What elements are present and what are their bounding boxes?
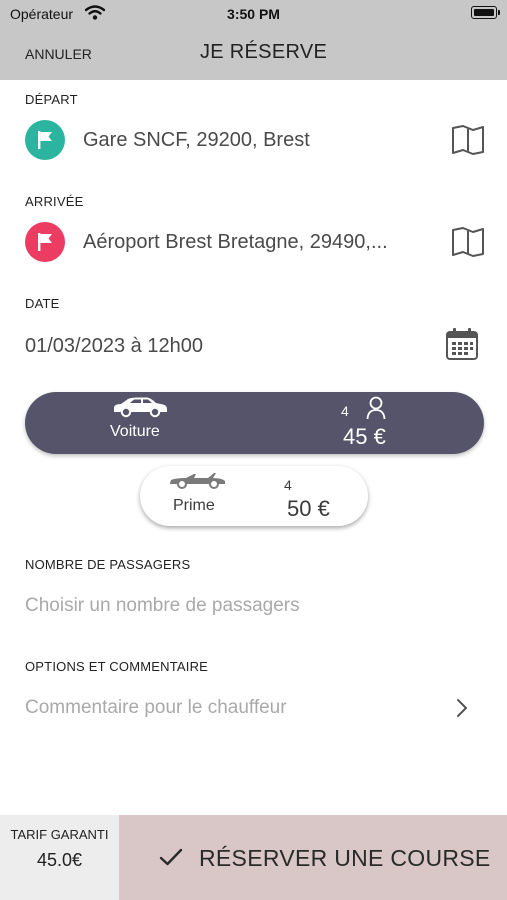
guaranteed-fare: TARIF GARANTI 45.0€ [0,815,119,900]
nav-bar: ANNULER JE RÉSERVE [0,28,507,80]
page-title: JE RÉSERVE [200,41,328,63]
chevron-right-icon[interactable] [456,698,468,723]
date-label: DATE [25,296,60,311]
person-icon [366,396,386,425]
vehicle-seats: 4 [341,403,349,419]
status-bar: Opérateur 3:50 PM [0,0,507,28]
vehicle-seats: 4 [284,477,292,493]
date-value[interactable]: 01/03/2023 à 12h00 [25,335,203,358]
arrival-field[interactable]: Aéroport Brest Bretagne, 29490,... [25,220,485,264]
vehicle-option-prime[interactable]: Prime 4 50 € [140,466,368,526]
vehicle-price: 45 € [343,424,386,449]
book-ride-label: RÉSERVER UNE COURSE [199,845,491,871]
options-label: OPTIONS ET COMMENTAIRE [25,659,209,674]
fare-label: TARIF GARANTI [10,827,109,842]
passengers-select[interactable]: Choisir un nombre de passagers [25,595,300,617]
arrival-flag-icon [25,222,65,262]
convertible-car-icon [168,470,228,495]
departure-label: DÉPART [25,92,78,107]
comment-field[interactable]: Commentaire pour le chauffeur [25,697,287,719]
book-ride-button[interactable]: RÉSERVER UNE COURSE [119,815,507,900]
passengers-label: NOMBRE DE PASSAGERS [25,557,191,572]
vehicle-price: 50 € [287,496,330,521]
arrival-book-icon[interactable] [451,226,485,263]
battery-icon [471,6,500,19]
checkmark-icon [159,847,183,872]
status-time: 3:50 PM [227,6,280,22]
fare-value: 45.0€ [36,850,83,870]
departure-address: Gare SNCF, 29200, Brest [83,129,310,151]
departure-book-icon[interactable] [451,124,485,161]
calendar-icon[interactable] [445,327,479,366]
vehicle-name: Prime [173,497,215,514]
cancel-button[interactable]: ANNULER [25,46,92,62]
vehicle-option-voiture[interactable]: Voiture 4 45 € [25,392,484,454]
departure-field[interactable]: Gare SNCF, 29200, Brest [25,118,485,162]
car-icon [111,396,169,423]
arrival-label: ARRIVÉE [25,194,84,209]
departure-flag-icon [25,120,65,160]
arrival-address: Aéroport Brest Bretagne, 29490,... [83,231,388,253]
vehicle-name: Voiture [110,423,160,440]
